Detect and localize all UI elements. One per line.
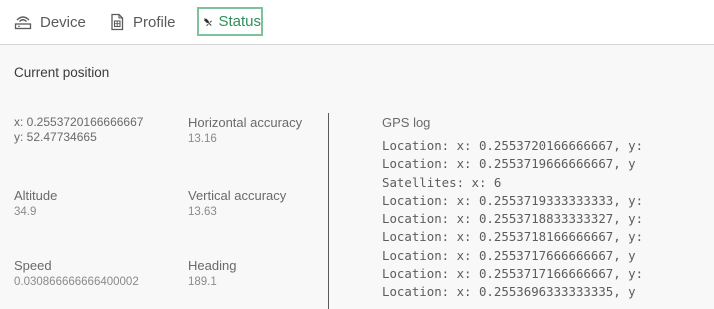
column-divider [328,113,329,309]
horizontal-accuracy-label: Horizontal accuracy [188,115,303,130]
gps-log-line: Location: x: 0.2553719666666667, y [382,156,636,172]
tab-profile-label: Profile [133,13,176,31]
heading-value: 189.1 [188,276,217,288]
altitude-label: Altitude [14,188,58,203]
gps-log-line: Location: x: 0.2553718166666667, y: [382,229,644,245]
gps-log-line: Location: x: 0.2553720166666667, y: [382,138,644,153]
heading-label: Heading [188,258,237,273]
gps-log-title: GPS log [382,115,431,130]
tab-status[interactable]: Status [197,7,263,36]
position-y: y: 52.47734665 [14,130,97,144]
satellite-icon [203,17,212,26]
tab-bar: Device Profile Status [0,0,714,45]
router-icon [14,16,32,30]
status-panel: Current position x: 0.2553720166666667 y… [0,45,714,309]
gps-log-line: Location: x: 0.2553717666666667, y [382,247,636,263]
gps-log-line: Satellites: x: 6 [382,174,502,190]
tab-device-label: Device [40,13,86,31]
tab-device[interactable]: Device [14,8,86,36]
tab-profile[interactable]: Profile [109,8,176,36]
position-x: x: 0.2553720166666667 [14,115,144,129]
gps-log-line: Location: x: 0.2553718833333327, y: [382,211,644,227]
vertical-accuracy-value: 13.63 [188,206,217,218]
gps-log-line: Location: x: 0.2553719333333333, y: [382,192,644,208]
vertical-accuracy-label: Vertical accuracy [188,188,287,203]
speed-value: 0.030866666666400002 [14,276,139,288]
speed-label: Speed [14,258,52,273]
horizontal-accuracy-value: 13.16 [188,133,217,145]
gps-log-line: Location: x: 0.2553717166666667, y: [382,266,644,282]
document-icon [111,13,124,31]
section-title: Current position [14,65,110,80]
gps-log-line: Location: x: 0.2553696333333335, y [382,284,636,300]
tab-status-label: Status [218,13,261,30]
gps-log-list[interactable]: Location: x: 0.2553720166666667, y: Loca… [382,137,714,309]
altitude-value: 34.9 [14,206,37,218]
